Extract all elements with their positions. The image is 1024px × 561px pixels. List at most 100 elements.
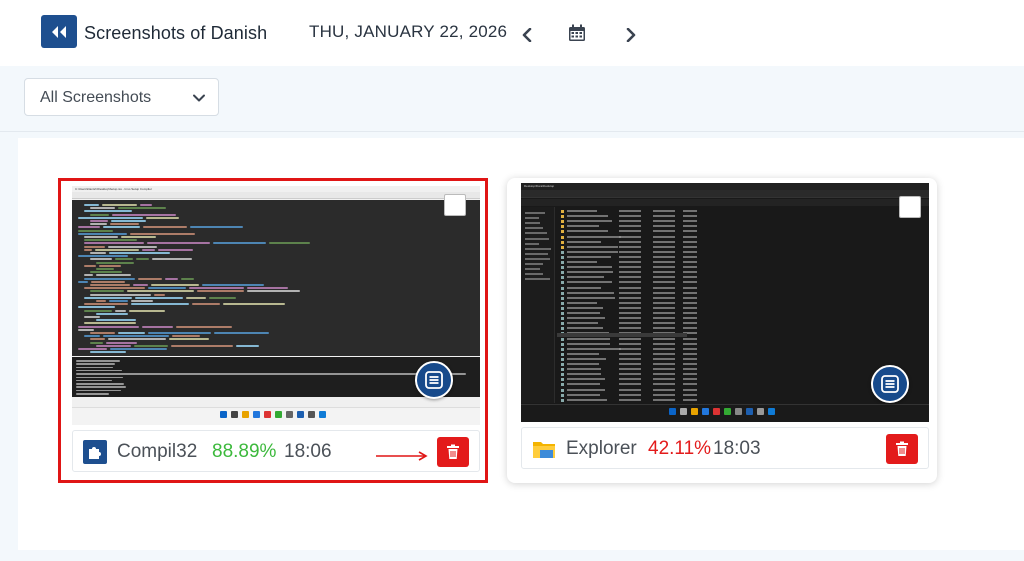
- file-row-cell: [683, 347, 697, 350]
- sidebar-entry: [525, 227, 543, 230]
- file-row-cell: [653, 342, 675, 345]
- file-row-cell: [567, 286, 601, 289]
- file-row-icon: [561, 383, 564, 387]
- file-row-cell: [653, 281, 675, 284]
- page-title: Screenshots of Danish: [84, 23, 268, 43]
- code-line: [108, 252, 171, 254]
- select-checkbox[interactable]: [899, 196, 921, 218]
- file-row-cell: [567, 306, 604, 309]
- output-line: [76, 373, 466, 375]
- details-menu-button[interactable]: [415, 361, 453, 399]
- code-line: [96, 300, 107, 302]
- code-line: [209, 296, 237, 299]
- code-line: [176, 325, 233, 328]
- file-row-cell: [683, 383, 697, 386]
- file-row-cell: [653, 255, 675, 258]
- file-row-cell: [619, 215, 641, 218]
- code-line: [84, 277, 136, 280]
- file-row-cell: [683, 378, 697, 381]
- file-row-cell: [683, 363, 697, 365]
- file-row-cell: [619, 383, 641, 386]
- code-line: [90, 207, 116, 210]
- code-line: [78, 232, 127, 235]
- code-line: [84, 303, 128, 306]
- capture-time: 18:03: [713, 438, 761, 459]
- code-line: [78, 328, 95, 331]
- delete-button[interactable]: [437, 437, 469, 467]
- file-row-cell: [683, 312, 697, 314]
- filter-selected-value: All Screenshots: [40, 89, 152, 106]
- code-line: [118, 207, 166, 210]
- file-row-cell: [619, 322, 641, 325]
- output-line: [76, 393, 109, 395]
- select-checkbox[interactable]: [444, 194, 466, 216]
- file-row-cell: [683, 306, 697, 309]
- file-row-icon: [561, 327, 564, 331]
- file-row-cell: [683, 271, 697, 274]
- code-line: [142, 325, 174, 328]
- file-row-icon: [561, 342, 564, 346]
- sidebar-entry: [525, 273, 544, 276]
- back-button[interactable]: [41, 15, 77, 48]
- file-row-cell: [653, 225, 675, 228]
- file-row-cell: [619, 220, 641, 223]
- file-row-icon: [561, 230, 564, 234]
- code-line: [90, 284, 130, 286]
- file-row-icon: [561, 317, 564, 321]
- file-row-cell: [683, 342, 697, 345]
- thumbnail-window-title: C:\Users\Danish\Desktop\Setup.iss - Inno…: [75, 187, 152, 191]
- next-day-button[interactable]: [622, 24, 640, 46]
- arrow-right-icon: [376, 451, 428, 461]
- file-row-cell: [653, 347, 675, 350]
- code-line: [95, 248, 139, 251]
- code-line: [180, 277, 194, 280]
- screenshot-filter-select[interactable]: All Screenshots: [24, 78, 219, 116]
- sidebar-entry: [525, 217, 540, 220]
- sidebar-entry: [525, 263, 543, 265]
- file-row-cell: [653, 398, 675, 401]
- file-row-cell: [653, 250, 675, 253]
- file-row-cell: [683, 301, 697, 304]
- code-line: [114, 309, 127, 312]
- screenshot-card[interactable]: Desktop\Dora\Desktop Explorer 42.11% 18:…: [507, 178, 937, 483]
- file-row-cell: [653, 322, 675, 325]
- file-row-icon: [561, 393, 564, 397]
- file-row-cell: [683, 230, 697, 233]
- code-line: [78, 325, 140, 328]
- calendar-button[interactable]: [568, 24, 588, 44]
- file-row-cell: [619, 378, 641, 381]
- file-row-cell: [619, 357, 641, 360]
- file-row-cell: [567, 301, 598, 304]
- details-menu-button[interactable]: [871, 365, 909, 403]
- file-row-cell: [653, 306, 675, 309]
- code-line: [117, 332, 145, 334]
- file-row-cell: [653, 261, 675, 263]
- file-row-cell: [619, 388, 641, 391]
- app-name: Explorer: [566, 438, 637, 459]
- code-line: [98, 264, 121, 267]
- file-row-cell: [619, 276, 641, 279]
- file-row-cell: [653, 393, 675, 396]
- capture-time: 18:06: [284, 441, 332, 462]
- code-line: [101, 204, 137, 206]
- previous-day-button[interactable]: [518, 24, 536, 46]
- file-row-cell: [619, 255, 641, 258]
- screenshot-card[interactable]: C:\Users\Danish\Desktop\Setup.iss - Inno…: [58, 178, 488, 483]
- code-line: [90, 223, 108, 226]
- sidebar-entry: [525, 247, 551, 250]
- file-row-icon: [561, 388, 564, 392]
- file-row-cell: [619, 327, 641, 330]
- selected-file-row: [557, 333, 687, 337]
- file-row-cell: [567, 352, 600, 355]
- code-line: [84, 236, 119, 238]
- file-row-cell: [619, 306, 641, 309]
- screenshot-thumbnail[interactable]: Desktop\Dora\Desktop: [521, 183, 929, 422]
- code-line: [84, 239, 137, 242]
- file-row-cell: [619, 240, 641, 243]
- file-row-cell: [567, 250, 619, 253]
- file-row-cell: [619, 266, 641, 269]
- file-row-cell: [683, 373, 697, 376]
- file-row-cell: [683, 296, 697, 299]
- delete-button[interactable]: [886, 434, 918, 464]
- file-row-cell: [653, 388, 675, 391]
